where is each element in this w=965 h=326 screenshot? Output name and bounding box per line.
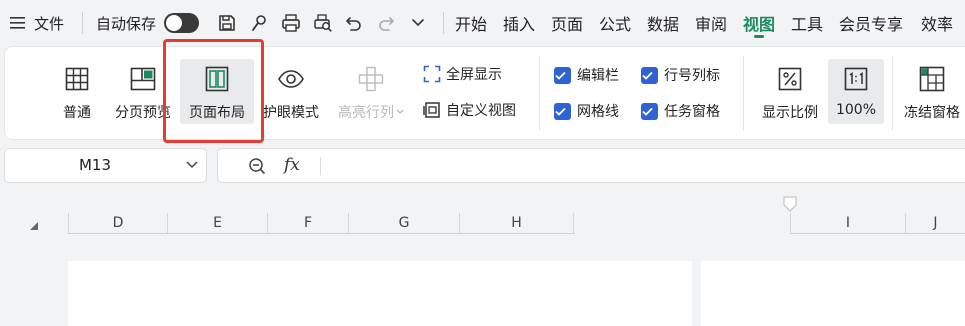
fx-icon[interactable]: fx — [284, 155, 300, 175]
page-2[interactable] — [701, 261, 965, 326]
page-layout-label: 页面布局 — [189, 105, 245, 121]
print-icon[interactable] — [281, 0, 301, 46]
percent-icon — [778, 61, 802, 97]
custom-view-icon — [423, 102, 440, 118]
ruler-marker-icon[interactable] — [783, 196, 797, 212]
chevron-down-icon[interactable] — [411, 0, 425, 46]
freeze-panes-button[interactable]: 冻结窗格 — [904, 46, 965, 122]
custom-view-button[interactable]: 自定义视图 — [423, 100, 516, 120]
grid-icon — [65, 61, 89, 97]
page-break-icon — [130, 61, 156, 97]
column-header-f[interactable]: F — [268, 213, 349, 233]
save-icon[interactable] — [217, 0, 237, 46]
gridlines-checkbox[interactable]: 网格线 — [554, 101, 619, 121]
tab-tools[interactable]: 工具 — [791, 0, 823, 46]
tab-efficiency[interactable]: 效率 — [921, 0, 953, 46]
page-layout-icon — [205, 61, 229, 97]
chevron-down-icon[interactable] — [186, 160, 198, 170]
gridlines-label: 网格线 — [577, 104, 619, 120]
freeze-icon — [904, 61, 960, 97]
autosave-label: 自动保存 — [96, 14, 157, 33]
zoom-100-button[interactable]: 100% — [828, 59, 884, 124]
zoom-ratio-button[interactable]: 显示比例 — [757, 46, 823, 122]
tab-view[interactable]: 视图 — [743, 0, 775, 46]
page-layout-button[interactable]: 页面布局 — [180, 59, 254, 124]
tab-review[interactable]: 审阅 — [695, 0, 727, 46]
edit-bar-checkbox[interactable]: 编辑栏 — [554, 65, 619, 85]
header-divider — [790, 233, 965, 234]
separator — [320, 157, 321, 175]
print-preview-icon[interactable] — [313, 0, 333, 46]
eye-protect-button[interactable]: 护眼模式 — [260, 46, 322, 122]
row-col-headers-checkbox[interactable]: 行号列标 — [641, 65, 720, 85]
eye-icon — [277, 61, 305, 97]
checkbox-checked-icon — [641, 102, 658, 120]
checkbox-checked-icon — [554, 66, 571, 84]
edit-bar-label: 编辑栏 — [577, 68, 619, 84]
separator — [443, 12, 444, 34]
eye-protect-label: 护眼模式 — [263, 105, 319, 121]
fullscreen-button[interactable]: 全屏显示 — [423, 64, 502, 84]
formula-bar[interactable]: fx — [217, 148, 965, 183]
fullscreen-label: 全屏显示 — [446, 67, 502, 83]
column-header-j[interactable]: J — [906, 213, 965, 233]
row-col-headers-label: 行号列标 — [664, 68, 720, 84]
highlight-row-col-text: 高亮行列 — [338, 105, 394, 121]
page-break-preview-button[interactable]: 分页预览 — [112, 46, 174, 122]
ribbon-separator — [892, 56, 893, 130]
fullscreen-icon — [423, 65, 441, 83]
zoom-100-label: 100% — [835, 102, 877, 118]
normal-view-button[interactable]: 普通 — [50, 46, 104, 122]
file-menu[interactable]: 文件 — [34, 0, 64, 46]
one-to-one-icon — [844, 61, 868, 97]
undo-icon[interactable] — [345, 0, 363, 46]
ribbon-separator — [539, 56, 540, 130]
ribbon-separator — [743, 56, 744, 130]
tab-member[interactable]: 会员专享 — [839, 0, 903, 46]
column-header-h[interactable]: H — [460, 213, 574, 233]
crosshair-icon — [358, 61, 384, 97]
zoom-ratio-label: 显示比例 — [762, 105, 818, 121]
column-header-e[interactable]: E — [168, 213, 268, 233]
tab-insert[interactable]: 插入 — [503, 0, 535, 46]
sheet-area: D E F G H I J — [0, 191, 965, 326]
highlight-row-col-label: 高亮行列 — [338, 102, 404, 122]
custom-view-label: 自定义视图 — [446, 103, 516, 119]
page-break-preview-label: 分页预览 — [115, 105, 171, 121]
select-all-corner-icon[interactable] — [29, 221, 39, 231]
tab-page[interactable]: 页面 — [551, 0, 583, 46]
redo-icon[interactable] — [377, 0, 395, 46]
autosave-toggle[interactable] — [164, 0, 199, 46]
separator — [82, 12, 83, 34]
column-header-i[interactable]: I — [790, 213, 906, 233]
tab-formulas[interactable]: 公式 — [599, 0, 631, 46]
format-painter-icon[interactable] — [249, 0, 269, 46]
task-pane-label: 任务窗格 — [664, 104, 720, 120]
page-1[interactable] — [68, 261, 692, 326]
checkbox-checked-icon — [641, 66, 658, 84]
header-divider — [68, 233, 575, 234]
checkbox-checked-icon — [554, 102, 571, 120]
tab-data[interactable]: 数据 — [647, 0, 679, 46]
task-pane-checkbox[interactable]: 任务窗格 — [641, 101, 720, 121]
menu-icon[interactable] — [10, 0, 26, 46]
zoom-out-icon[interactable] — [248, 157, 266, 175]
highlight-row-col-button[interactable]: 高亮行列 — [334, 46, 408, 122]
column-header-d[interactable]: D — [68, 213, 168, 233]
chevron-down-icon — [396, 109, 404, 114]
tab-home[interactable]: 开始 — [455, 0, 487, 46]
cell-reference: M13 — [78, 156, 112, 174]
freeze-panes-label: 冻结窗格 — [904, 105, 960, 121]
normal-view-label: 普通 — [63, 105, 91, 121]
name-box[interactable]: M13 — [4, 148, 207, 183]
column-header-g[interactable]: G — [349, 213, 460, 233]
menu-bar: 文件 自动保存 开始 插入 页面 公式 数据 审阅 视图 工具 会员专享 效率 — [0, 0, 965, 46]
